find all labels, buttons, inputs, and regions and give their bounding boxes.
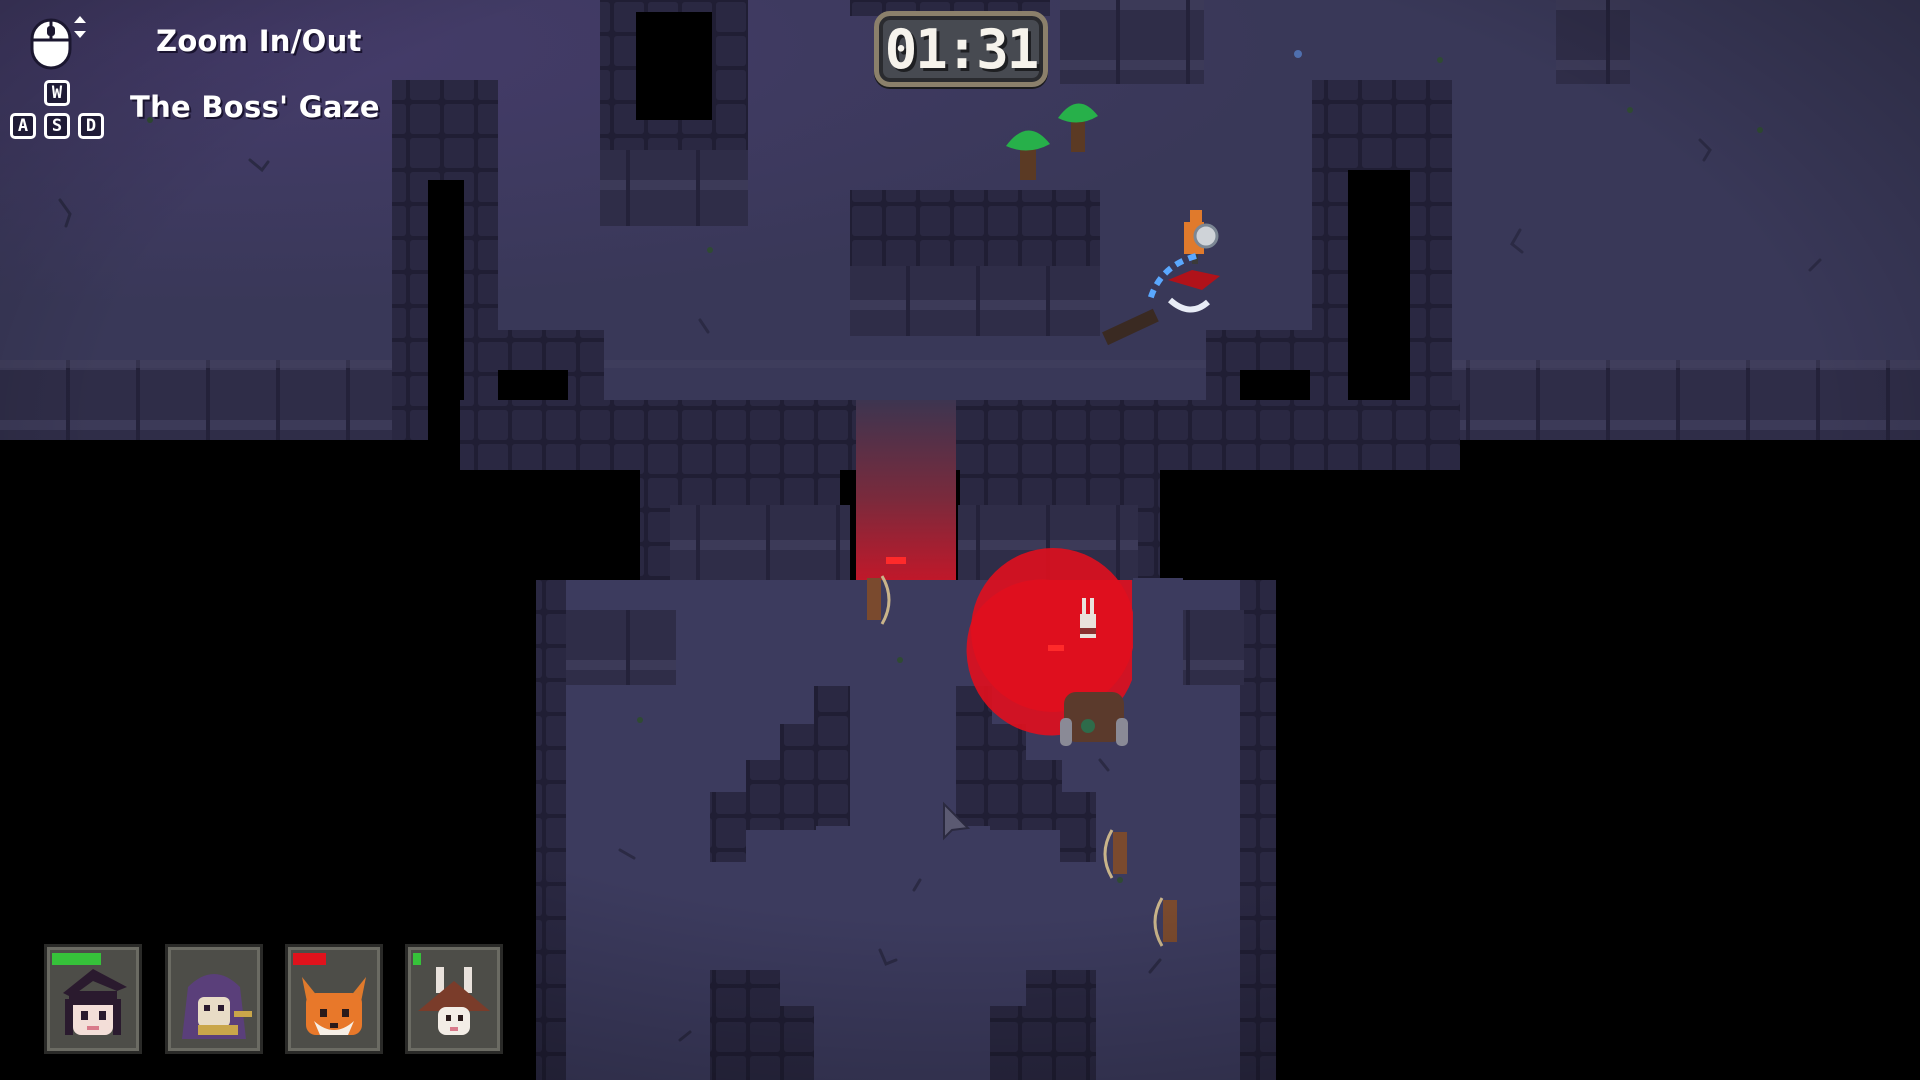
key-w: W [44,80,70,106]
hint-boss-gaze: The Boss' Gaze [130,90,380,124]
mage-portrait-icon [182,974,252,1039]
wasd-keys-icon: W A S D [10,80,110,142]
key-s: S [44,113,70,139]
fox-portrait-icon [302,977,366,1035]
rabbit-portrait-icon [418,967,490,1035]
party-portrait-mage[interactable] [165,944,263,1054]
party-portrait-fox[interactable] [285,944,383,1054]
party-portrait-rabbit[interactable] [405,944,503,1054]
key-a: A [10,113,36,139]
hint-zoom: Zoom In/Out [28,12,362,70]
game-viewport[interactable]: Zoom In/Out W A S D The Boss' Gaze 01:31 [0,0,1920,1080]
dungeon-map [0,0,1920,1080]
hint-zoom-label: Zoom In/Out [156,24,362,58]
witch-portrait-icon [63,969,127,1035]
match-timer: 01:31 [874,11,1048,87]
party-portrait-witch[interactable] [44,944,142,1054]
hint-boss-gaze-label: The Boss' Gaze [130,90,380,124]
mouse-wheel-icon [30,16,86,70]
timer-value: 01:31 [884,17,1040,81]
key-d: D [78,113,104,139]
